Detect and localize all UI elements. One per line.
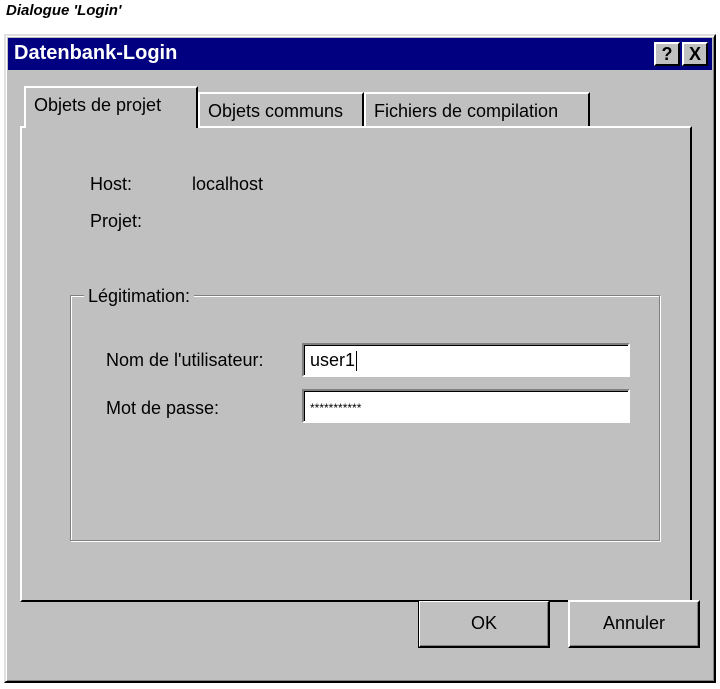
cancel-button[interactable]: Annuler bbox=[568, 600, 700, 648]
tab-label: Objets communs bbox=[208, 101, 344, 121]
figure-caption: Dialogue 'Login' bbox=[6, 2, 122, 19]
project-label: Projet: bbox=[90, 211, 143, 231]
ok-button[interactable]: OK bbox=[418, 600, 550, 648]
host-label: Host: bbox=[90, 174, 133, 194]
tab-label: Objets de projet bbox=[34, 95, 162, 115]
title-bar[interactable]: Datenbank-Login ? X bbox=[8, 38, 712, 70]
username-label: Nom de l'utilisateur: bbox=[106, 350, 264, 370]
window-title: Datenbank-Login bbox=[14, 42, 178, 64]
tab-objets-communs[interactable]: Objets communs bbox=[198, 92, 364, 128]
password-value: *********** bbox=[310, 401, 362, 415]
username-field[interactable]: user1 bbox=[302, 343, 630, 377]
password-label: Mot de passe: bbox=[106, 398, 220, 418]
tab-objets-de-projet[interactable]: Objets de projet bbox=[24, 86, 198, 128]
username-value: user1 bbox=[310, 350, 356, 370]
tab-label: Fichiers de compilation bbox=[374, 101, 559, 121]
authentication-legend: Légitimation: bbox=[84, 286, 195, 307]
text-caret bbox=[356, 351, 358, 372]
password-field[interactable]: *********** bbox=[302, 389, 630, 423]
help-button[interactable]: ? bbox=[654, 42, 680, 66]
close-button[interactable]: X bbox=[682, 42, 708, 66]
tab-fichiers-de-compilation[interactable]: Fichiers de compilation bbox=[364, 92, 590, 128]
host-value: localhost bbox=[192, 174, 264, 194]
